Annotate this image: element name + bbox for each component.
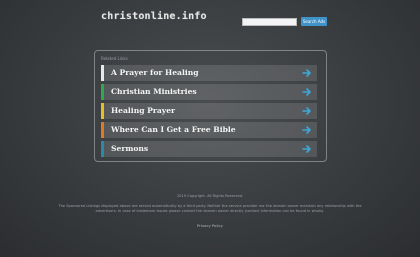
link-label: Christian Ministries [111,87,197,96]
link-color-bar [101,84,104,100]
link-color-bar [101,65,104,81]
arrow-right-icon [302,69,311,77]
link-color-bar [101,141,104,157]
search-input[interactable] [242,18,297,26]
link-color-bar [101,103,104,119]
search-button[interactable]: Search Ads [301,17,327,26]
site-title[interactable]: christonline.info [101,11,207,22]
link-label: Healing Prayer [111,106,176,115]
arrow-right-icon [302,126,311,134]
arrow-right-icon [302,88,311,96]
arrow-right-icon [302,145,311,153]
footer-copyright: 2019 Copyright. All Rights Reserved. [176,194,244,198]
link-color-bar [101,122,104,138]
related-link-healing-prayer[interactable]: Healing Prayer [101,103,317,119]
panel-heading: Related Links [101,56,128,61]
link-label: Where Can I Get a Free Bible [111,125,236,134]
privacy-policy-link[interactable]: Privacy Policy [0,223,420,228]
related-link-a-prayer-for-healing[interactable]: A Prayer for Healing [101,65,317,81]
parked-domain-page: christonline.info Search Ads Related Lin… [0,0,420,257]
link-label: Sermons [111,144,149,153]
footer-disclaimer: The Sponsored Listings displayed above a… [58,204,362,213]
link-label: A Prayer for Healing [111,68,199,77]
related-link-christian-ministries[interactable]: Christian Ministries [101,84,317,100]
related-link-free-bible[interactable]: Where Can I Get a Free Bible [101,122,317,138]
related-link-sermons[interactable]: Sermons [101,141,317,157]
arrow-right-icon [302,107,311,115]
